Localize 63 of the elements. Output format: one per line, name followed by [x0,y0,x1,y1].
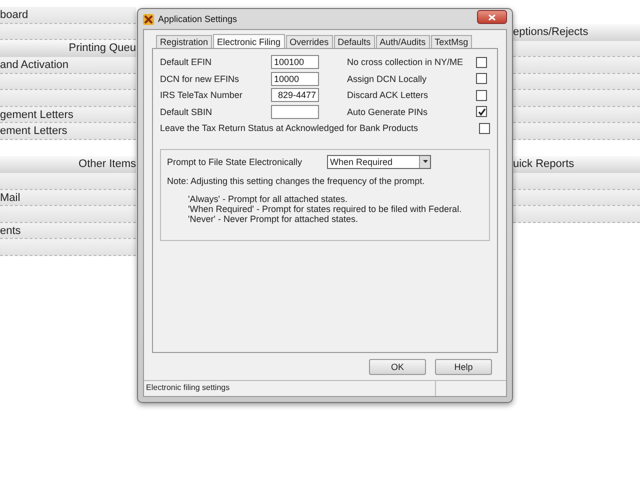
checkbox[interactable] [476,56,487,68]
field-label: DCN for new EFINs [160,74,240,84]
tab[interactable]: Defaults [334,35,375,48]
tab[interactable]: TextMsg [430,35,472,48]
close-icon [488,14,496,20]
note-text: Note: Adjusting this setting changes the frequency of the prompt. [167,176,426,186]
list-row[interactable] [0,90,136,106]
checkbox-label: Assign DCN Locally [347,74,428,84]
list-row[interactable]: gement Letters [0,106,136,123]
tab[interactable]: Registration [156,35,212,48]
section-header: Other Items [0,156,136,173]
checkbox-label: Discard ACK Letters [347,90,430,100]
list-row[interactable] [0,173,136,190]
list-row[interactable] [0,74,136,90]
input-field[interactable] [271,104,319,119]
prompt-label: Prompt to File State Electronically [167,156,304,166]
checkbox[interactable] [476,90,487,101]
tab[interactable]: Auth/Audits [376,35,430,48]
list-row[interactable] [513,173,640,190]
status-text: Electronic filing settings [144,381,436,396]
list-row[interactable]: ents [0,222,136,239]
section-header: Printing Queu [0,40,136,57]
list-row[interactable] [0,239,136,256]
tab[interactable]: Electronic Filing [213,34,285,48]
input-field[interactable]: 100100 [271,55,319,70]
close-button[interactable] [477,10,507,24]
tab[interactable]: Overrides [286,35,333,48]
list-row[interactable] [513,57,640,74]
checkbox[interactable] [476,106,487,118]
list-row[interactable] [0,206,136,222]
dialog-button[interactable]: OK [369,359,426,375]
input-field[interactable]: 10000 [271,72,319,86]
checkbox[interactable] [476,73,487,84]
list-row[interactable] [513,123,640,140]
list-row[interactable] [513,74,640,90]
app-icon [143,14,154,24]
checkbox-label: No cross collection in NY/ME [347,57,464,68]
list-row[interactable]: board [0,7,136,24]
option-description: 'Never' - Never Prompt for attached states. [188,214,358,224]
list-row[interactable] [0,24,136,40]
list-row[interactable] [513,106,640,123]
option-description: 'Always' - Prompt for all attached states. [188,194,348,204]
field-label: Default SBIN [160,106,214,117]
section-header: uick Reports [513,156,640,173]
dropdown[interactable]: When Required [327,154,431,168]
checkbox-label: Auto Generate PINs [347,106,429,117]
list-row[interactable]: Mail [0,190,136,206]
list-row[interactable] [513,206,640,222]
caret-icon [422,160,428,163]
list-row[interactable] [513,190,640,206]
input-field[interactable]: 829-4477 [271,88,319,102]
dialog-button[interactable]: Help [435,359,492,375]
checkbox-label: Leave the Tax Return Status at Acknowledged for Bank Products [160,123,419,134]
list-row[interactable] [513,90,640,106]
list-row[interactable]: ement Letters [0,123,136,140]
field-label: Default EFIN [160,57,213,68]
section-header: eptions/Rejects [513,24,640,40]
list-row[interactable] [513,40,640,57]
field-label: IRS TeleTax Number [160,90,244,100]
dialog-title: Application Settings [158,14,238,24]
list-row[interactable]: and Activation [0,57,136,74]
option-description: 'When Required' - Prompt for states required to be filed with Federal. [188,204,463,214]
checkbox[interactable] [479,122,490,134]
